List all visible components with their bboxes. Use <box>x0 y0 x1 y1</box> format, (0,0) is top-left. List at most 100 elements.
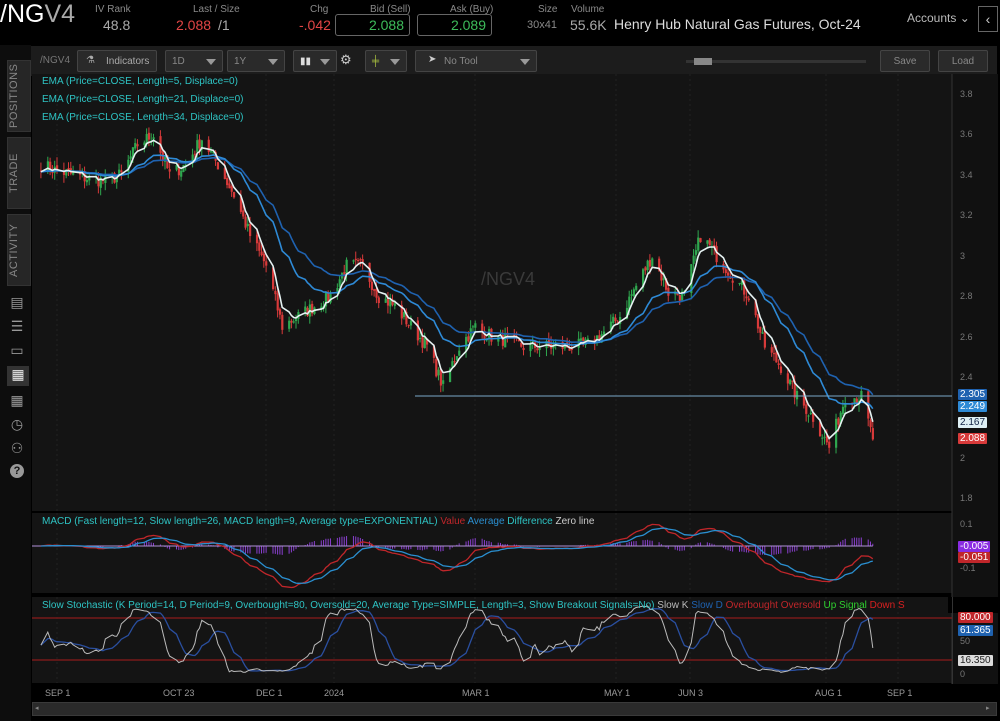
x-tick: 2024 <box>324 688 345 698</box>
candle-body <box>228 183 231 189</box>
candle-body <box>756 314 760 329</box>
candle-body <box>226 177 229 186</box>
candle-body <box>614 317 617 322</box>
candle-body <box>786 373 789 384</box>
candle-body <box>869 420 872 428</box>
candle-body <box>354 258 357 261</box>
candle-body <box>715 246 718 263</box>
candle-body <box>731 280 734 283</box>
stochastic-legend[interactable]: Slow Stochastic (K Period=14, D Period=9… <box>42 600 905 611</box>
candle-body <box>646 260 649 271</box>
stoch-tick: 50 <box>960 636 971 646</box>
candle-body <box>304 306 307 312</box>
stoch-marker-slowk: 16.350 <box>958 655 993 666</box>
stoch-marker-overbought: 80.000 <box>958 612 993 623</box>
macd-legend[interactable]: MACD (Fast length=12, Slow length=26, MA… <box>42 516 594 527</box>
candle-body <box>837 418 840 425</box>
macd-marker-diff: -0.005 <box>958 541 991 552</box>
x-tick: OCT 23 <box>163 688 195 698</box>
candle-body <box>143 142 146 146</box>
candle-body <box>260 251 263 256</box>
main-panel-bg <box>32 74 952 511</box>
candle-body <box>871 428 874 440</box>
price-tick: 3.8 <box>960 89 973 99</box>
candle-body <box>651 258 654 266</box>
ema34-legend[interactable]: EMA (Price=CLOSE, Length=34, Displace=0) <box>42 112 244 123</box>
macd-tick: 0.1 <box>960 519 973 529</box>
candle-body <box>278 309 282 315</box>
price-tick: 2.8 <box>960 291 973 301</box>
scroll-right-icon[interactable]: ▸ <box>986 704 994 714</box>
candle-body <box>458 350 461 356</box>
price-chart[interactable]: /NGV4 <box>0 0 1000 721</box>
horizontal-scrollbar[interactable]: ◂ ▸ <box>32 702 997 716</box>
candle-body <box>662 278 665 280</box>
price-marker-ema5: 2.167 <box>958 417 988 428</box>
candle-body <box>384 298 387 303</box>
price-tick: 1.8 <box>960 493 973 503</box>
price-axis-bg <box>952 74 998 684</box>
candle-body <box>389 299 392 307</box>
candle-body <box>290 320 293 323</box>
candle-body <box>536 348 539 351</box>
candle-body <box>632 289 635 297</box>
candle-body <box>120 170 123 173</box>
scroll-left-icon[interactable]: ◂ <box>35 704 43 714</box>
candle-body <box>359 259 362 261</box>
candle-body <box>419 337 422 339</box>
axis-divider <box>952 597 953 684</box>
candle-body <box>292 321 295 323</box>
candle-body <box>747 298 750 301</box>
candle-body <box>255 234 259 244</box>
candle-body <box>648 260 652 267</box>
candle-body <box>678 295 681 301</box>
x-tick: MAR 1 <box>462 688 490 698</box>
candle-body <box>823 436 826 438</box>
stoch-marker-slowd: 61.365 <box>958 625 993 636</box>
price-marker-ema34: 2.305 <box>958 389 988 400</box>
candle-body <box>841 406 845 415</box>
candle-body <box>249 223 252 236</box>
candle-body <box>692 255 695 264</box>
candle-body <box>258 242 261 251</box>
price-tick: 3.6 <box>960 129 973 139</box>
candle-body <box>232 192 236 198</box>
candle-body <box>246 223 249 227</box>
candle-body <box>262 253 266 262</box>
candle-body <box>216 162 220 170</box>
candle-body <box>451 361 454 367</box>
candle-body <box>763 330 766 348</box>
x-tick: SEP 1 <box>45 688 71 698</box>
candle-body <box>361 259 364 263</box>
candle-body <box>180 170 183 177</box>
candle-body <box>727 272 730 276</box>
candle-body <box>694 250 698 255</box>
candle-body <box>373 289 376 291</box>
price-tick: 2.4 <box>960 372 973 382</box>
candle-body <box>409 320 413 326</box>
candle-body <box>467 336 470 342</box>
candle-body <box>423 337 426 349</box>
candle-body <box>809 412 812 415</box>
candle-body <box>474 323 477 328</box>
candle-body <box>370 281 374 290</box>
stoch-tick: 0 <box>960 669 966 679</box>
macd-tick: -0.1 <box>960 563 976 573</box>
candle-body <box>745 296 748 299</box>
candle-body <box>471 326 475 328</box>
candle-body <box>294 319 298 322</box>
candle-body <box>281 314 284 330</box>
candle-body <box>416 320 419 341</box>
candle-body <box>630 294 633 296</box>
candle-body <box>708 239 711 246</box>
candle-body <box>697 237 700 251</box>
candle-body <box>779 366 783 373</box>
candle-body <box>442 380 445 384</box>
candle-body <box>152 137 155 140</box>
ema21-legend[interactable]: EMA (Price=CLOSE, Length=21, Displace=0) <box>42 94 244 105</box>
candle-body <box>402 312 406 318</box>
x-tick: DEC 1 <box>256 688 283 698</box>
candle-body <box>855 398 858 403</box>
ema5-legend[interactable]: EMA (Price=CLOSE, Length=5, Displace=0) <box>42 76 238 87</box>
candle-body <box>46 161 50 172</box>
